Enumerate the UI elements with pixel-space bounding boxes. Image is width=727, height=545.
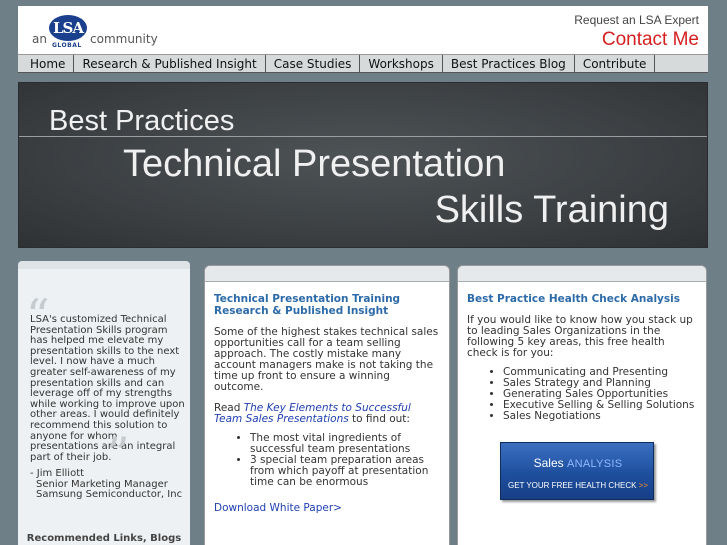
analysis-word: ANALYSIS <box>566 458 623 470</box>
sales-word: Sales <box>533 456 564 470</box>
banner-line1: Best Practices <box>49 105 235 137</box>
nav-blog[interactable]: Best Practices Blog <box>443 55 575 72</box>
recommended-links-heading: Recommended Links, Blogs <box>26 533 182 544</box>
list-item: 3 special team preparation areas from wh… <box>250 455 441 488</box>
read-suffix: to find out: <box>348 413 410 425</box>
research-read-line: Read The Key Elements to Successful Team… <box>214 403 441 425</box>
research-bullets: The most vital ingredients of successful… <box>250 433 441 488</box>
main-nav: Home Research & Published Insight Case S… <box>18 54 708 73</box>
nav-home[interactable]: Home <box>18 55 75 72</box>
header: an LSA GLOBAL community Request an LSA E… <box>18 6 708 54</box>
testimonial-attribution: - Jim Elliott Senior Marketing Manager S… <box>30 468 190 501</box>
health-check-cta: GET YOUR FREE HEALTH CHECK >> <box>501 481 655 490</box>
sales-analysis-title: Sales ANALYSIS <box>501 456 655 470</box>
contact-me-link[interactable]: Contact Me <box>602 29 699 51</box>
nav-contribute[interactable]: Contribute <box>575 55 656 72</box>
health-check-heading[interactable]: Best Practice Health Check Analysis <box>467 293 698 305</box>
logo-global-text: GLOBAL <box>52 42 82 49</box>
list-item: Sales Negotiations <box>503 411 698 422</box>
nav-research[interactable]: Research & Published Insight <box>74 55 266 72</box>
list-item: The most vital ingredients of successful… <box>250 433 441 455</box>
testimonial-company: Samsung Semiconductor, Inc <box>36 489 183 501</box>
banner-line3: Skills Training <box>434 189 669 231</box>
banner-line2: Technical Presentation <box>123 143 506 185</box>
request-expert-link[interactable]: Request an LSA Expert <box>574 13 699 27</box>
logo-an-text: an <box>32 32 47 46</box>
nav-case-studies[interactable]: Case Studies <box>266 55 361 72</box>
banner-divider <box>19 136 707 137</box>
testimonial-panel: “ LSA's customized Technical Presentatio… <box>18 261 190 545</box>
testimonial-name: - Jim Elliott <box>30 468 85 479</box>
cta-text: GET YOUR FREE HEALTH CHECK <box>507 481 637 490</box>
health-check-bullets: Communicating and Presenting Sales Strat… <box>503 367 698 422</box>
lsa-logo[interactable]: an LSA GLOBAL community <box>32 14 192 50</box>
research-card: Technical Presentation Training Research… <box>204 265 450 545</box>
hero-banner: Best Practices Technical Presentation Sk… <box>18 82 708 248</box>
research-intro: Some of the highest stakes technical sal… <box>214 326 439 393</box>
nav-workshops[interactable]: Workshops <box>360 55 443 72</box>
health-check-intro: If you would like to know how you stack … <box>467 314 693 359</box>
card-cap <box>458 266 706 282</box>
double-arrow-icon: >> <box>638 481 649 490</box>
health-check-card: Best Practice Health Check Analysis If y… <box>457 265 707 545</box>
sales-analysis-button[interactable]: Sales ANALYSIS GET YOUR FREE HEALTH CHEC… <box>500 442 654 500</box>
logo-community-text: community <box>90 32 158 46</box>
research-heading[interactable]: Technical Presentation Training Research… <box>214 293 441 317</box>
card-cap <box>205 266 449 282</box>
download-white-paper-link[interactable]: Download White Paper> <box>214 502 441 514</box>
logo-mark: LSA <box>49 15 87 41</box>
